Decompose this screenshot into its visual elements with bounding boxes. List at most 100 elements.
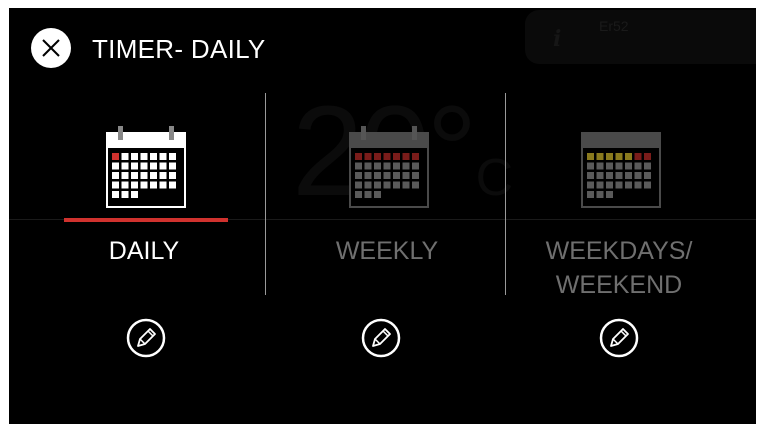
calendar-day-cell bbox=[150, 162, 157, 170]
calendar-day-cell bbox=[615, 162, 623, 170]
close-button[interactable] bbox=[31, 28, 71, 68]
calendar-day-cell bbox=[587, 181, 594, 189]
calendar-day-cell bbox=[634, 162, 642, 170]
calendar-day-cell bbox=[364, 172, 372, 179]
edit-daily-button[interactable] bbox=[126, 318, 166, 358]
calendar-day-cell bbox=[596, 172, 604, 179]
calendar-day-cell bbox=[112, 172, 119, 179]
calendar-day-cell bbox=[364, 181, 372, 189]
calendar-day-cell bbox=[355, 153, 362, 160]
calendar-day-cell bbox=[169, 162, 176, 170]
close-icon bbox=[42, 39, 60, 57]
info-icon: i bbox=[553, 26, 562, 52]
calendar-day-cell bbox=[393, 172, 400, 179]
calendar-day-cell bbox=[169, 153, 176, 160]
calendar-day-cell bbox=[634, 172, 642, 179]
calendar-day-cell bbox=[150, 172, 157, 179]
calendar-day-cell bbox=[131, 191, 138, 198]
calendar-day-cell bbox=[140, 172, 148, 179]
calendar-day-cell bbox=[112, 191, 119, 198]
calendar-day-cell bbox=[596, 181, 604, 189]
calendar-day-cell bbox=[412, 162, 419, 170]
calendar-day-cell bbox=[131, 162, 138, 170]
calendar-day-cell bbox=[131, 153, 138, 160]
calendar-day-cell bbox=[644, 172, 651, 179]
calendar-day-cell bbox=[625, 153, 632, 160]
calendar-day-cell bbox=[587, 191, 594, 198]
calendar-day-cell bbox=[355, 162, 362, 170]
calendar-day-cell bbox=[402, 153, 410, 160]
edit-weekdays-weekend-button[interactable] bbox=[599, 318, 639, 358]
calendar-day-cell bbox=[625, 162, 632, 170]
calendar-day-cell bbox=[131, 181, 138, 189]
option-label: WEEKDAYS/ WEEKEND bbox=[545, 237, 693, 299]
calendar-day-cell bbox=[634, 181, 642, 189]
calendar-day-cell bbox=[634, 153, 642, 160]
calendar-day-cell bbox=[374, 162, 381, 170]
calendar-day-cell bbox=[615, 172, 623, 179]
pencil-icon bbox=[599, 318, 639, 358]
calendar-day-cell bbox=[112, 153, 119, 160]
calendar-day-cell bbox=[393, 181, 400, 189]
calendar-day-cell bbox=[374, 153, 381, 160]
calendar-day-cell bbox=[402, 181, 410, 189]
calendar-day-cell bbox=[587, 172, 594, 179]
calendar-day-cell bbox=[596, 191, 604, 198]
calendar-day-cell bbox=[140, 162, 148, 170]
calendar-day-cell bbox=[644, 162, 651, 170]
pencil-icon bbox=[361, 318, 401, 358]
calendar-day-cell bbox=[355, 181, 362, 189]
calendar-day-cell bbox=[625, 172, 632, 179]
pencil-icon bbox=[126, 318, 166, 358]
calendar-day-cell bbox=[112, 162, 119, 170]
calendar-day-cell bbox=[596, 162, 604, 170]
status-info-pill: i Er52 bbox=[525, 10, 756, 64]
calendar-day-cell bbox=[606, 162, 613, 170]
column-divider bbox=[265, 93, 266, 295]
calendar-day-cell bbox=[112, 181, 119, 189]
calendar-day-cell bbox=[606, 153, 613, 160]
calendar-icon bbox=[349, 126, 429, 208]
calendar-day-cell bbox=[159, 153, 167, 160]
calendar-day-cell bbox=[140, 181, 148, 189]
calendar-day-cell bbox=[355, 191, 362, 198]
calendar-day-cell bbox=[150, 153, 157, 160]
selected-underline bbox=[64, 218, 228, 222]
calendar-day-cell bbox=[383, 172, 391, 179]
calendar-day-cell bbox=[644, 181, 651, 189]
calendar-day-cell bbox=[159, 172, 167, 179]
calendar-day-cell bbox=[383, 153, 391, 160]
calendar-day-cell bbox=[402, 172, 410, 179]
option-daily[interactable]: DAILY bbox=[29, 118, 259, 308]
calendar-icon bbox=[106, 126, 186, 208]
calendar-day-cell bbox=[121, 191, 129, 198]
calendar-day-cell bbox=[393, 153, 400, 160]
calendar-day-cell bbox=[169, 172, 176, 179]
calendar-day-cell bbox=[121, 181, 129, 189]
option-weekdays-weekend[interactable]: WEEKDAYS/ WEEKEND bbox=[504, 118, 734, 308]
edit-weekly-button[interactable] bbox=[361, 318, 401, 358]
page-title: TIMER- DAILY bbox=[92, 34, 266, 64]
calendar-day-cell bbox=[644, 153, 651, 160]
calendar-day-cell bbox=[606, 191, 613, 198]
calendar-day-cell bbox=[121, 162, 129, 170]
calendar-day-cell bbox=[374, 181, 381, 189]
calendar-day-cell bbox=[402, 162, 410, 170]
calendar-day-cell bbox=[587, 162, 594, 170]
calendar-day-cell bbox=[625, 181, 632, 189]
timer-screen: 20°C i Er52 TIMER- DAILY DAILY bbox=[9, 8, 756, 424]
calendar-day-cell bbox=[364, 153, 372, 160]
calendar-day-cell bbox=[131, 172, 138, 179]
calendar-day-cell bbox=[121, 172, 129, 179]
option-label: DAILY bbox=[108, 237, 180, 265]
calendar-day-cell bbox=[374, 172, 381, 179]
calendar-day-cell bbox=[374, 191, 381, 198]
calendar-day-cell bbox=[412, 181, 419, 189]
calendar-day-cell bbox=[159, 162, 167, 170]
calendar-day-cell bbox=[393, 162, 400, 170]
calendar-day-cell bbox=[615, 181, 623, 189]
option-weekly[interactable]: WEEKLY bbox=[272, 118, 502, 308]
calendar-day-cell bbox=[606, 172, 613, 179]
option-label: WEEKLY bbox=[335, 237, 439, 265]
calendar-day-cell bbox=[412, 172, 419, 179]
